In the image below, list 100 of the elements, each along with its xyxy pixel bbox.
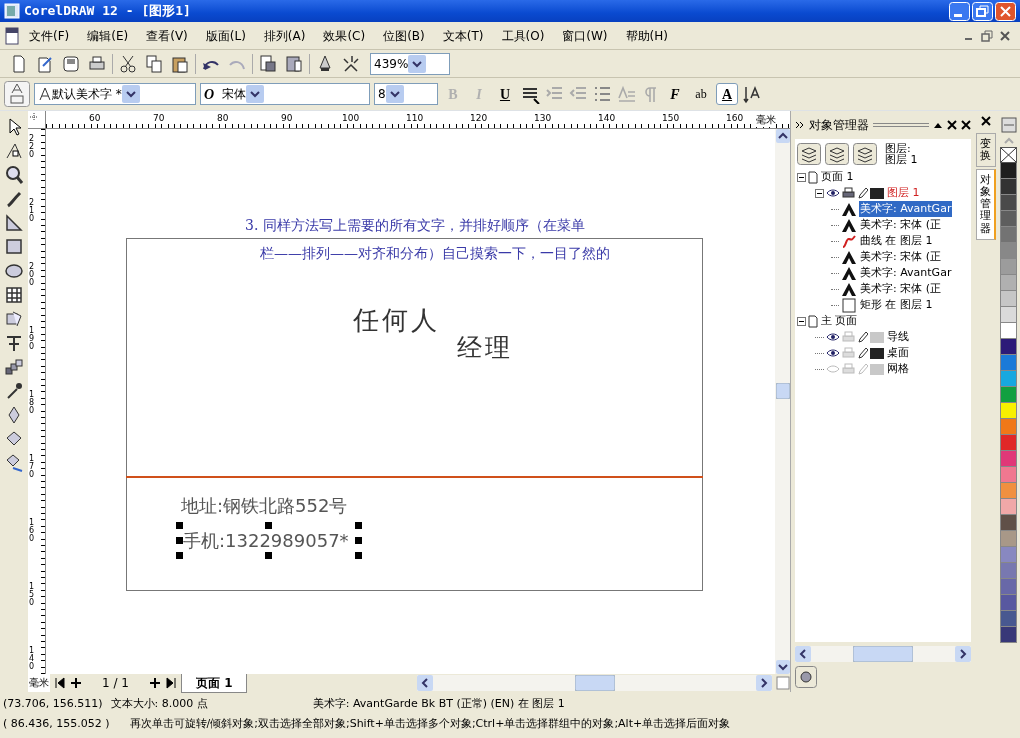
last-page-icon[interactable] (164, 677, 177, 689)
table-grid-icon[interactable] (3, 284, 25, 306)
ruler-origin-icon[interactable] (28, 111, 40, 123)
close-icon[interactable] (961, 120, 971, 130)
add-page-icon[interactable] (70, 677, 82, 689)
text-tool-button[interactable]: A (716, 83, 738, 105)
color-swatch[interactable] (1000, 419, 1017, 435)
scroll-down-icon[interactable] (775, 660, 790, 674)
expand-icon[interactable] (795, 120, 805, 130)
color-swatch[interactable] (1000, 387, 1017, 403)
selection-handle[interactable] (176, 552, 183, 559)
size-dropdown[interactable]: 8 (374, 83, 438, 105)
close-icon[interactable] (981, 116, 991, 126)
first-page-icon[interactable] (54, 677, 66, 689)
tree-item[interactable]: 美术字: 宋体 (正 (859, 280, 942, 298)
docker-scrollbar[interactable] (795, 646, 971, 662)
style-dropdown[interactable]: 默认美术字 * (34, 83, 196, 105)
tree-item[interactable]: 曲线 在 图层 1 (859, 232, 934, 250)
color-swatch[interactable] (1000, 611, 1017, 627)
import-icon[interactable] (257, 52, 279, 75)
menu-item[interactable]: 帮助(H) (616, 26, 677, 45)
selection-handle[interactable] (265, 552, 272, 559)
eye-icon[interactable] (826, 347, 840, 359)
close-icon[interactable] (947, 120, 957, 130)
view-toggle-icon[interactable] (776, 676, 790, 690)
vertical-text-icon[interactable] (742, 84, 760, 104)
color-swatch[interactable] (1000, 195, 1017, 211)
collapse-box-icon[interactable] (797, 172, 806, 182)
color-swatch[interactable] (1000, 291, 1017, 307)
collapse-box-icon[interactable] (815, 188, 824, 198)
color-swatch[interactable] (1000, 339, 1017, 355)
color-swatch[interactable] (1000, 259, 1017, 275)
color-swatch[interactable] (1000, 547, 1017, 563)
tree-item[interactable]: 页面 1 (820, 168, 855, 186)
menu-item[interactable]: 工具(O) (492, 26, 554, 45)
scroll-right-icon[interactable] (955, 646, 971, 662)
docker-tab[interactable]: 变换 (976, 133, 996, 168)
blend-icon[interactable] (3, 356, 25, 378)
tree-item[interactable]: 导线 (886, 328, 910, 346)
docker-tab[interactable]: 对象管理器 (976, 169, 996, 240)
eye-icon[interactable] (826, 331, 840, 343)
pencil-icon[interactable] (857, 187, 868, 199)
minimize-icon[interactable] (949, 1, 970, 21)
color-swatch[interactable] (1000, 467, 1017, 483)
color-swatch[interactable] (1000, 515, 1017, 531)
horizontal-scrollbar[interactable] (417, 675, 772, 691)
collapse-box-icon[interactable] (797, 316, 806, 326)
tree-item[interactable]: 美术字: AvantGar (859, 264, 953, 282)
dimension-icon[interactable] (3, 212, 25, 234)
tree-item[interactable]: 矩形 在 图层 1 (859, 296, 934, 314)
layer-manager-icon[interactable] (853, 143, 877, 165)
color-swatch[interactable] (1000, 435, 1017, 451)
tree-item[interactable]: 美术字: AvantGar (859, 200, 953, 218)
scroll-thumb-icon[interactable] (775, 383, 790, 399)
format-button[interactable]: U (494, 83, 516, 105)
color-swatch[interactable] (1000, 579, 1017, 595)
font-dropdown[interactable]: O 宋体 (200, 83, 370, 105)
tree-item[interactable]: 图层 1 (886, 184, 921, 202)
tree-item[interactable]: 美术字: 宋体 (正 (859, 248, 942, 266)
color-swatch[interactable] (1000, 307, 1017, 323)
selection-handle[interactable] (176, 537, 183, 544)
menu-item[interactable]: 文件(F) (20, 26, 79, 45)
menu-item[interactable]: 窗口(W) (553, 26, 617, 45)
color-swatch[interactable] (1000, 227, 1017, 243)
add-page-icon[interactable] (148, 677, 161, 689)
zoom-icon[interactable] (3, 164, 25, 186)
menu-item[interactable]: 位图(B) (374, 26, 434, 45)
close-icon[interactable] (998, 28, 1012, 43)
color-swatch[interactable] (1000, 531, 1017, 547)
edit-layers-icon[interactable] (825, 143, 849, 165)
eye-icon[interactable] (826, 187, 840, 199)
menu-item[interactable]: 文本(T) (433, 26, 493, 45)
tree-item[interactable]: 主 页面 (820, 312, 859, 330)
tree-item[interactable]: 桌面 (886, 344, 910, 362)
text-tool-button[interactable]: F (664, 83, 686, 105)
bullets-icon[interactable] (592, 84, 612, 104)
color-swatch[interactable] (1000, 595, 1017, 611)
tree-item[interactable]: 网格 (886, 360, 910, 378)
menu-item[interactable]: 版面(L) (196, 26, 255, 45)
color-swatch[interactable] (1000, 179, 1017, 195)
scroll-left-icon[interactable] (795, 646, 811, 662)
selection-handle[interactable] (355, 537, 362, 544)
layers-icon[interactable] (797, 143, 821, 165)
copy-icon[interactable] (143, 52, 165, 75)
text-tool-button[interactable]: ab (690, 83, 712, 105)
selection-handle[interactable] (355, 522, 362, 529)
menu-item[interactable]: 编辑(E) (78, 26, 138, 45)
pencil-icon[interactable] (857, 331, 868, 343)
color-swatch[interactable] (1000, 451, 1017, 467)
scroll-thumb-icon[interactable] (574, 675, 615, 691)
pencil-icon[interactable] (857, 347, 868, 359)
selection-handle[interactable] (265, 522, 272, 529)
color-swatch[interactable] (1000, 403, 1017, 419)
menu-item[interactable]: 排列(A) (254, 26, 315, 45)
scroll-left-icon[interactable] (417, 675, 433, 691)
scroll-up-icon[interactable] (775, 129, 790, 143)
color-swatch[interactable] (1000, 323, 1017, 339)
text-style-icon[interactable] (4, 81, 30, 107)
color-swatch[interactable] (1000, 275, 1017, 291)
selection-handle[interactable] (355, 552, 362, 559)
